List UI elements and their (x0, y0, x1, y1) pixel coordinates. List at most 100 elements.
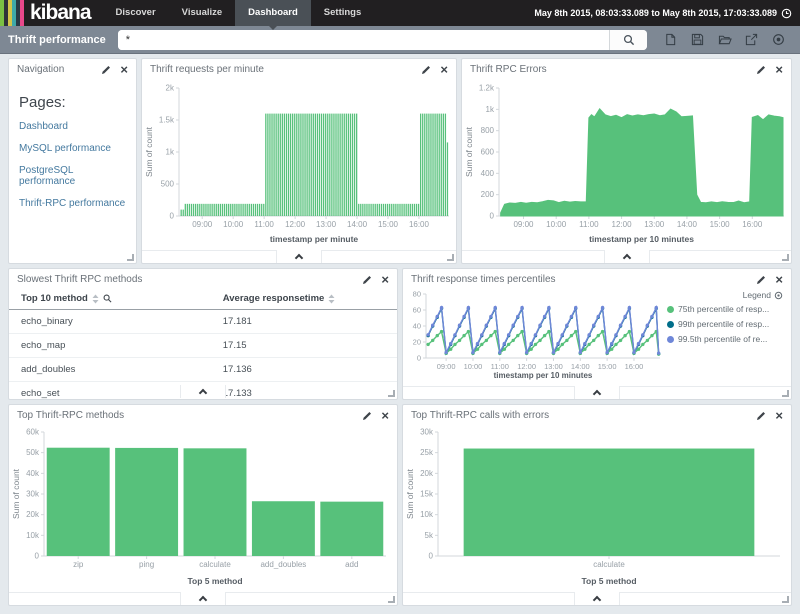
panel-thrift-response-times-percentiles: Thrift response times percentiles × 0204… (402, 268, 792, 400)
panel-title: Top Thrift-RPC methods (17, 410, 362, 421)
edit-panel-button[interactable] (101, 65, 111, 75)
collapse-panel-button[interactable] (604, 250, 650, 263)
link-dashboard[interactable]: Dashboard (19, 121, 126, 132)
panel-title: Thrift requests per minute (150, 64, 421, 75)
column-header-responsetime[interactable]: Average responsetime (211, 288, 397, 310)
pencil-icon (421, 65, 431, 75)
column-header-method[interactable]: Top 10 method (9, 288, 211, 310)
svg-text:14:00: 14:00 (677, 220, 698, 229)
chevron-up-icon (199, 596, 207, 604)
legend-toggle[interactable]: Legend (667, 290, 783, 300)
pencil-icon (101, 65, 111, 75)
panel-title: Top Thrift-RPC calls with errors (411, 410, 756, 421)
panel-top-thrift-rpc-calls-with-errors: Top Thrift-RPC calls with errors × 05k10… (402, 404, 792, 606)
legend-color-dot (667, 306, 674, 313)
edit-panel-button[interactable] (756, 275, 766, 285)
nav-tab-dashboard[interactable]: Dashboard (235, 0, 311, 26)
pages-heading: Pages: (19, 94, 126, 111)
collapse-panel-button[interactable] (574, 386, 620, 399)
legend-item-99-5th[interactable]: 99.5th percentile of re... (667, 334, 783, 344)
panel-resize-handle[interactable] (388, 390, 395, 397)
close-panel-button[interactable]: × (381, 411, 389, 420)
link-thrift-rpc-performance[interactable]: Thrift-RPC performance (19, 198, 126, 209)
query-input[interactable] (118, 30, 609, 50)
open-folder-icon (718, 33, 732, 46)
close-panel-button[interactable]: × (775, 65, 783, 74)
share-dashboard-button[interactable] (738, 30, 765, 50)
edit-panel-button[interactable] (756, 411, 766, 421)
panel-resize-handle[interactable] (782, 254, 789, 261)
nav-tab-visualize[interactable]: Visualize (169, 0, 236, 26)
svg-text:40: 40 (413, 322, 421, 331)
method-cell: add_doubles (9, 358, 211, 382)
nav-tab-settings[interactable]: Settings (311, 0, 374, 26)
collapse-panel-button[interactable] (180, 385, 226, 398)
svg-text:Sum of count: Sum of count (405, 468, 415, 519)
svg-text:13:00: 13:00 (316, 220, 337, 229)
svg-text:0: 0 (170, 212, 175, 221)
save-dashboard-button[interactable] (684, 30, 711, 50)
time-range-text: May 8th 2015, 08:03:33.089 to May 8th 20… (534, 8, 777, 18)
svg-text:14:00: 14:00 (571, 362, 590, 371)
edit-panel-button[interactable] (362, 275, 372, 285)
close-panel-button[interactable]: × (381, 275, 389, 284)
svg-text:Top 5 method: Top 5 method (187, 576, 242, 586)
link-mysql-performance[interactable]: MySQL performance (19, 143, 126, 154)
nav-tab-discover[interactable]: Discover (103, 0, 169, 26)
chevron-up-icon (593, 596, 601, 604)
svg-text:600: 600 (481, 148, 495, 157)
link-postgresql-performance[interactable]: PostgreSQL performance (19, 165, 126, 187)
edit-panel-button[interactable] (756, 65, 766, 75)
close-panel-button[interactable]: × (120, 65, 128, 74)
chevron-up-icon (622, 254, 630, 262)
svg-text:25k: 25k (420, 448, 434, 457)
collapse-panel-button[interactable] (180, 592, 226, 605)
panel-resize-handle[interactable] (127, 254, 134, 261)
legend-item-75th[interactable]: 75th percentile of resp... (667, 304, 783, 314)
svg-text:Sum of count: Sum of count (464, 126, 474, 177)
svg-text:15:00: 15:00 (378, 220, 399, 229)
legend-color-dot (667, 321, 674, 328)
panel-resize-handle[interactable] (782, 596, 789, 603)
svg-text:09:00: 09:00 (437, 362, 456, 371)
edit-panel-button[interactable] (362, 411, 372, 421)
new-dashboard-button[interactable] (657, 30, 684, 50)
kibana-logo-stripes (0, 0, 24, 26)
svg-text:12:00: 12:00 (517, 362, 536, 371)
panel-title: Navigation (17, 64, 101, 75)
panel-thrift-requests-per-minute: Thrift requests per minute × 05001k1.5k2… (141, 58, 457, 264)
collapse-panel-button[interactable] (574, 592, 620, 605)
method-cell: echo_map (9, 334, 211, 358)
sort-icon (92, 294, 99, 304)
search-icon (103, 294, 112, 303)
panel-resize-handle[interactable] (447, 254, 454, 261)
svg-text:30k: 30k (26, 490, 40, 499)
collapse-panel-button[interactable] (276, 250, 322, 263)
kibana-logo[interactable]: kibana (0, 0, 103, 26)
time-range-picker[interactable]: May 8th 2015, 08:03:33.089 to May 8th 20… (534, 0, 800, 26)
load-dashboard-button[interactable] (711, 30, 738, 50)
close-panel-button[interactable]: × (775, 411, 783, 420)
close-panel-button[interactable]: × (440, 65, 448, 74)
chevron-up-icon (593, 390, 601, 398)
svg-text:add: add (345, 560, 358, 569)
sort-icon (328, 294, 335, 304)
legend-item-99th[interactable]: 99th percentile of resp... (667, 319, 783, 329)
panel-resize-handle[interactable] (782, 390, 789, 397)
requests-per-minute-chart: 05001k1.5k2k09:0010:0011:0012:0013:0014:… (143, 78, 455, 246)
new-document-icon (664, 33, 677, 46)
dashboard-title: Thrift performance (8, 34, 106, 46)
svg-text:calculate: calculate (199, 560, 231, 569)
svg-text:1k: 1k (486, 105, 495, 114)
svg-text:2k: 2k (166, 84, 175, 93)
responsetime-cell: 17.136 (211, 358, 397, 382)
pencil-icon (362, 411, 372, 421)
panel-resize-handle[interactable] (388, 596, 395, 603)
dashboard-filter-bar: Thrift performance (0, 26, 800, 54)
edit-panel-button[interactable] (421, 65, 431, 75)
table-row: echo_binary 17.181 (9, 310, 397, 334)
options-button[interactable] (765, 30, 792, 50)
close-panel-button[interactable]: × (775, 275, 783, 284)
svg-text:0: 0 (429, 552, 434, 561)
search-button[interactable] (609, 30, 647, 50)
